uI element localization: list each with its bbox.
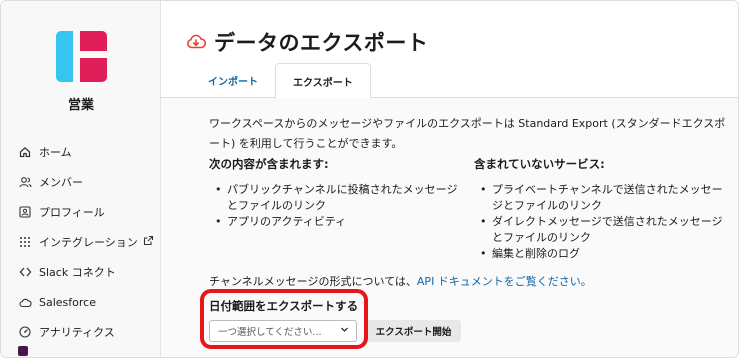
sidebar-item-partial [18, 346, 28, 356]
slack-connect-icon [18, 265, 32, 279]
start-export-button[interactable]: エクスポート開始 [366, 320, 461, 342]
workspace-logo [56, 31, 107, 82]
list-item: 編集と削除のログ [474, 246, 732, 262]
sidebar-nav: ホーム メンバー プロフィール インテグレーション Slack コネクト Sal… [18, 137, 158, 347]
workspace-name: 営業 [67, 98, 94, 113]
external-link-icon [143, 235, 154, 249]
page-title: データのエクスポート [214, 31, 429, 55]
sidebar-item-profile[interactable]: プロフィール [18, 197, 158, 227]
page-header: データのエクスポート [186, 27, 428, 57]
main-panel: データのエクスポート インポート エクスポート ワークスペースからのメッセージや… [161, 1, 738, 357]
sidebar-item-label: Slack コネクト [39, 266, 116, 279]
sidebar-item-label: プロフィール [39, 206, 105, 219]
intro-text: ワークスペースからのメッセージやファイルのエクスポートは Standard Ex… [209, 117, 726, 150]
list-item: パブリックチャンネルに投稿されたメッセージとファイルのリンク [209, 182, 464, 214]
sidebar-item-home[interactable]: ホーム [18, 137, 158, 167]
sidebar-item-label: メンバー [39, 176, 83, 189]
list-item: ダイレクトメッセージで送信されたメッセージとファイルのリンク [474, 214, 732, 246]
tab-export[interactable]: エクスポート [275, 63, 371, 98]
format-note-text: チャンネルメッセージの形式については、 [209, 275, 417, 288]
tab-bar: インポート エクスポート [191, 63, 371, 98]
excluded-heading: 含まれていないサービス: [474, 157, 605, 171]
app-window: 営業 ホーム メンバー プロフィール インテグレーション Slack コネクト … [0, 0, 739, 358]
members-icon [18, 175, 32, 189]
format-note: チャンネルメッセージの形式については、API ドキュメントをご覧ください。 [209, 273, 592, 289]
highlight-annotation [200, 289, 368, 349]
integrations-icon [18, 235, 32, 249]
sidebar-item-slack-connect[interactable]: Slack コネクト [18, 257, 158, 287]
included-heading: 次の内容が含まれます: [209, 157, 329, 171]
sidebar-item-integrations[interactable]: インテグレーション [18, 227, 158, 257]
list-item: プライベートチャンネルで送信されたメッセージとファイルのリンク [474, 182, 732, 214]
profile-icon [18, 205, 32, 219]
sidebar: 営業 ホーム メンバー プロフィール インテグレーション Slack コネクト … [1, 1, 161, 357]
excluded-section: 含まれていないサービス: プライベートチャンネルで送信されたメッセージとファイル… [474, 156, 732, 262]
list-item: アプリのアクティビティ [209, 214, 464, 230]
included-section: 次の内容が含まれます: パブリックチャンネルに投稿されたメッセージとファイルのリ… [209, 156, 464, 230]
analytics-icon [18, 325, 32, 339]
sidebar-item-analytics[interactable]: アナリティクス [18, 317, 158, 347]
api-docs-link[interactable]: API ドキュメントをご覧ください。 [417, 275, 592, 288]
sidebar-item-label: インテグレーション [39, 236, 138, 249]
sidebar-item-label: ホーム [39, 146, 72, 159]
sidebar-item-members[interactable]: メンバー [18, 167, 158, 197]
cloud-icon [18, 295, 32, 309]
home-icon [18, 145, 32, 159]
cloud-download-icon [186, 32, 207, 52]
tab-import[interactable]: インポート [191, 63, 275, 98]
sidebar-item-salesforce[interactable]: Salesforce [18, 287, 158, 317]
sidebar-item-label: Salesforce [39, 295, 96, 309]
sidebar-item-label: アナリティクス [39, 326, 115, 339]
